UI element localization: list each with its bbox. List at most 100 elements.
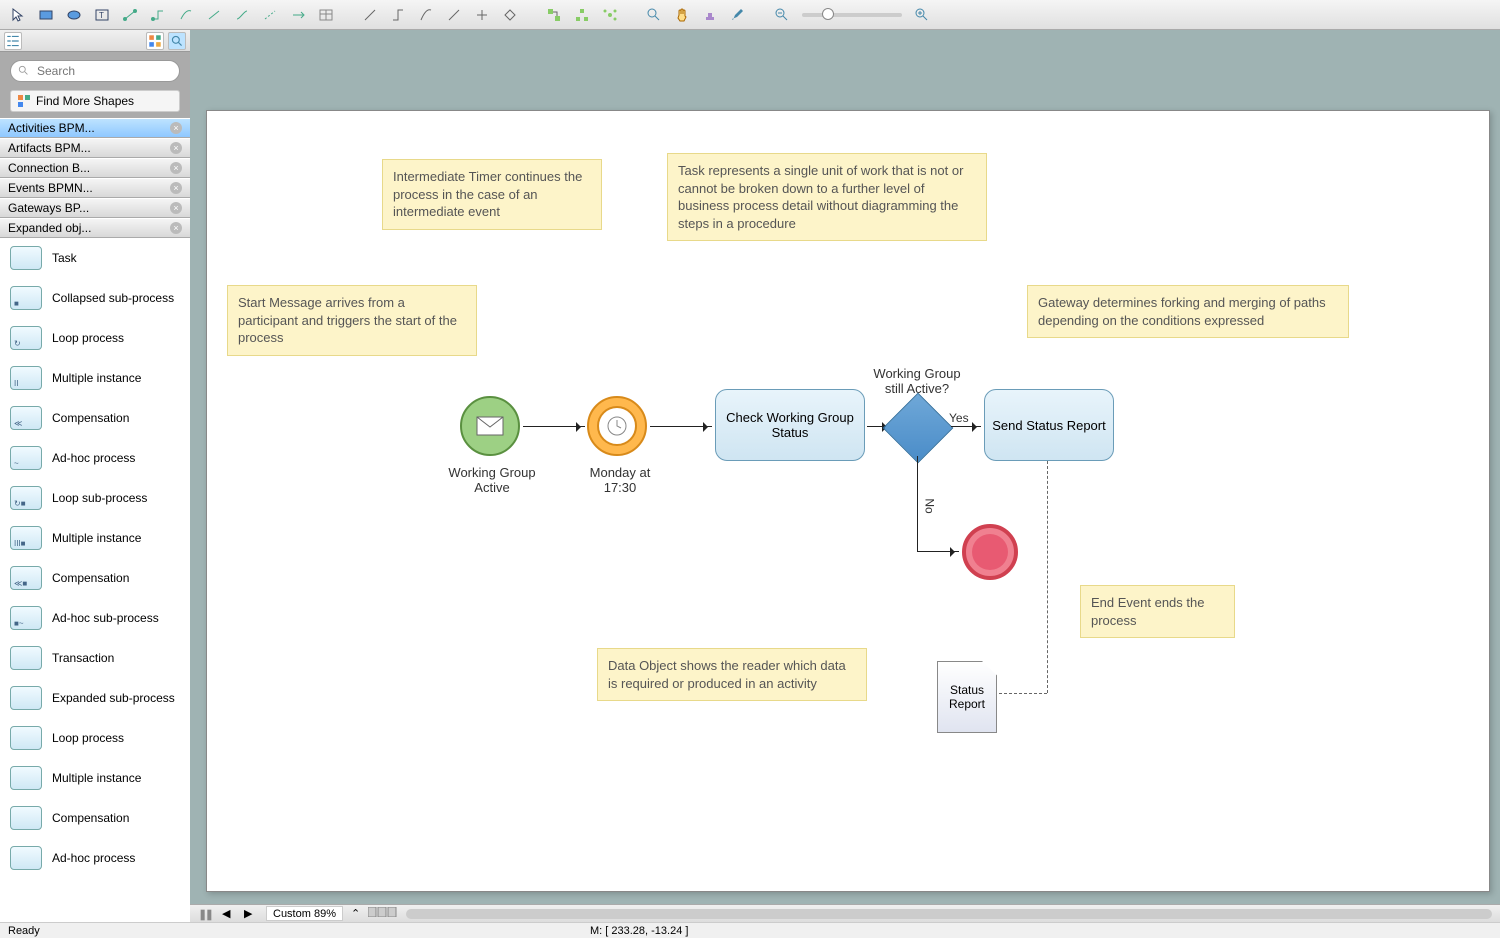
horizontal-scrollbar[interactable] — [406, 909, 1492, 919]
shape-thumbnail-icon — [10, 846, 42, 870]
gateway-question: Working Group still Active? — [867, 366, 967, 396]
stamp-icon[interactable] — [698, 4, 722, 26]
shape-item[interactable]: Task — [0, 238, 190, 278]
line1-icon[interactable] — [358, 4, 382, 26]
task-send-report[interactable]: Send Status Report — [984, 389, 1114, 461]
zoom-search-icon[interactable] — [642, 4, 666, 26]
close-icon[interactable]: × — [170, 182, 182, 194]
text-tool-icon[interactable]: T — [90, 4, 114, 26]
shape-item[interactable]: ↻Loop process — [0, 318, 190, 358]
shape-item[interactable]: Compensation — [0, 798, 190, 838]
gateway[interactable] — [883, 393, 954, 464]
ellipse-tool-icon[interactable] — [62, 4, 86, 26]
layout3-icon[interactable] — [598, 4, 622, 26]
select-tool-icon[interactable] — [6, 4, 30, 26]
shape-thumbnail-icon — [10, 766, 42, 790]
category-header[interactable]: Activities BPM...× — [0, 118, 190, 138]
layout2-icon[interactable] — [570, 4, 594, 26]
timer-event[interactable] — [587, 396, 647, 456]
close-icon[interactable]: × — [170, 122, 182, 134]
connector4-icon[interactable] — [202, 4, 226, 26]
data-object[interactable]: Status Report — [937, 661, 997, 733]
shape-thumbnail-icon — [10, 806, 42, 830]
search-icon — [18, 65, 30, 77]
timer-label: Monday at 17:30 — [575, 465, 665, 495]
shape-thumbnail-icon: ■ — [10, 286, 42, 310]
shape-thumbnail-icon — [10, 726, 42, 750]
shape-item[interactable]: Expanded sub-process — [0, 678, 190, 718]
connector7-icon[interactable] — [286, 4, 310, 26]
connector6-icon[interactable] — [258, 4, 282, 26]
annotation-task[interactable]: Task represents a single unit of work th… — [667, 153, 987, 241]
connector3-icon[interactable] — [174, 4, 198, 26]
close-icon[interactable]: × — [170, 222, 182, 234]
canvas[interactable]: Start Message arrives from a participant… — [206, 110, 1490, 892]
svg-text:T: T — [99, 11, 104, 20]
line4-icon[interactable] — [442, 4, 466, 26]
zoom-slider[interactable] — [802, 13, 902, 17]
shape-item[interactable]: ≪Compensation — [0, 398, 190, 438]
annotation-end[interactable]: End Event ends the process — [1080, 585, 1235, 638]
shape-item[interactable]: ■Collapsed sub-process — [0, 278, 190, 318]
grid-tab-icon[interactable] — [146, 32, 164, 50]
shape-item[interactable]: III■Multiple instance — [0, 518, 190, 558]
hand-tool-icon[interactable] — [670, 4, 694, 26]
status-ready: Ready — [8, 925, 40, 937]
start-label: Working Group Active — [442, 465, 542, 495]
line6-icon[interactable] — [498, 4, 522, 26]
category-header[interactable]: Gateways BP...× — [0, 198, 190, 218]
find-more-label: Find More Shapes — [36, 94, 134, 108]
task-check-status[interactable]: Check Working Group Status — [715, 389, 865, 461]
search-input[interactable] — [10, 60, 180, 82]
table-icon[interactable] — [314, 4, 338, 26]
connector5-icon[interactable] — [230, 4, 254, 26]
shape-item[interactable]: ■~Ad-hoc sub-process — [0, 598, 190, 638]
page-thumbnails-icon[interactable] — [368, 907, 398, 920]
shape-thumbnail-icon: ■~ — [10, 606, 42, 630]
category-header[interactable]: Expanded obj...× — [0, 218, 190, 238]
zoom-out-icon[interactable] — [770, 4, 794, 26]
category-header[interactable]: Connection B...× — [0, 158, 190, 178]
category-header[interactable]: Events BPMN...× — [0, 178, 190, 198]
shape-item[interactable]: ↻■Loop sub-process — [0, 478, 190, 518]
zoom-level[interactable]: Custom 89% — [266, 906, 343, 921]
next-page-icon[interactable]: ▶ — [244, 907, 258, 921]
annotation-gateway[interactable]: Gateway determines forking and merging o… — [1027, 285, 1349, 338]
shape-item[interactable]: Multiple instance — [0, 758, 190, 798]
line3-icon[interactable] — [414, 4, 438, 26]
pause-icon[interactable] — [198, 907, 214, 921]
start-event[interactable] — [460, 396, 520, 456]
connector1-icon[interactable] — [118, 4, 142, 26]
close-icon[interactable]: × — [170, 202, 182, 214]
line5-icon[interactable] — [470, 4, 494, 26]
annotation-data[interactable]: Data Object shows the reader which data … — [597, 648, 867, 701]
tree-tab-icon[interactable] — [4, 32, 22, 50]
annotation-start[interactable]: Start Message arrives from a participant… — [227, 285, 477, 356]
flow-arrow — [917, 551, 959, 552]
shape-item[interactable]: Transaction — [0, 638, 190, 678]
rect-tool-icon[interactable] — [34, 4, 58, 26]
find-more-shapes[interactable]: Find More Shapes — [10, 90, 180, 112]
shape-item[interactable]: Ad-hoc process — [0, 838, 190, 878]
prev-page-icon[interactable]: ◀ — [222, 907, 236, 921]
data-association — [999, 693, 1047, 694]
search-tab-icon[interactable] — [168, 32, 186, 50]
top-toolbar: T — [0, 0, 1500, 30]
stepper-icon[interactable]: ⌃ — [351, 907, 360, 920]
shape-thumbnail-icon: ~ — [10, 446, 42, 470]
layout1-icon[interactable] — [542, 4, 566, 26]
zoom-in-icon[interactable] — [910, 4, 934, 26]
shape-item[interactable]: ≪■Compensation — [0, 558, 190, 598]
end-event[interactable] — [962, 524, 1018, 580]
pen-icon[interactable] — [726, 4, 750, 26]
close-icon[interactable]: × — [170, 162, 182, 174]
shape-item[interactable]: ~Ad-hoc process — [0, 438, 190, 478]
shape-item[interactable]: IIMultiple instance — [0, 358, 190, 398]
line2-icon[interactable] — [386, 4, 410, 26]
category-header[interactable]: Artifacts BPM...× — [0, 138, 190, 158]
connector2-icon[interactable] — [146, 4, 170, 26]
shape-item[interactable]: Loop process — [0, 718, 190, 758]
shape-thumbnail-icon: ≪■ — [10, 566, 42, 590]
annotation-timer[interactable]: Intermediate Timer continues the process… — [382, 159, 602, 230]
close-icon[interactable]: × — [170, 142, 182, 154]
